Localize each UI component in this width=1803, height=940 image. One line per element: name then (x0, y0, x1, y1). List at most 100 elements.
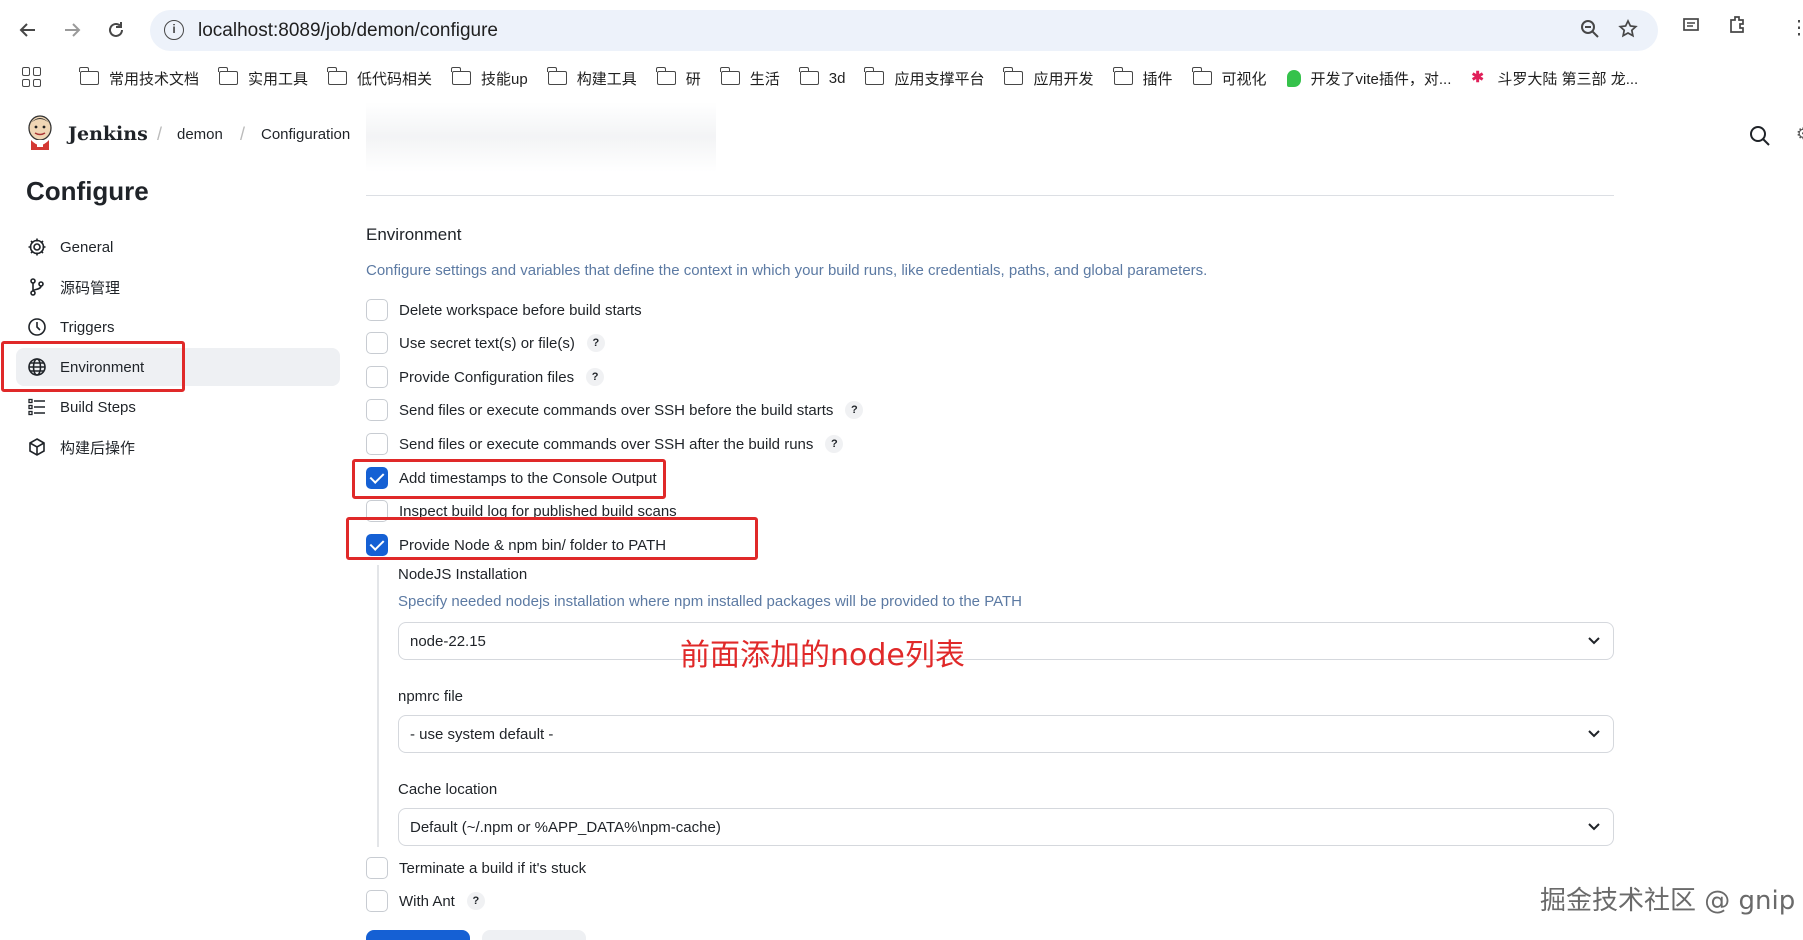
bookmark-item[interactable]: 生活 (719, 67, 780, 89)
folder-icon (546, 67, 567, 85)
jenkins-header: Jenkins / demon / Configuration ⚙ (0, 98, 1803, 178)
apply-button[interactable] (482, 930, 586, 940)
sidebar-item-general[interactable]: General (16, 228, 340, 266)
sidebar-item-label: Triggers (60, 318, 115, 336)
option-delete-workspace[interactable]: Delete workspace before build starts (366, 297, 642, 323)
sidebar-item-build-steps[interactable]: Build Steps (16, 388, 340, 426)
checkbox[interactable] (366, 299, 388, 321)
breadcrumb-separator: / (240, 124, 246, 144)
bookmark-item[interactable]: 技能up (451, 67, 528, 89)
breadcrumb-configuration[interactable]: Configuration (261, 126, 350, 143)
bookmark-item[interactable]: 研 (655, 67, 701, 89)
site-favicon-icon (1286, 69, 1301, 87)
folder-icon (1003, 67, 1024, 85)
bookmark-label: 研 (685, 70, 701, 88)
chevron-down-icon (1588, 823, 1600, 831)
checkbox[interactable] (366, 890, 388, 912)
sidebar-item-post-build[interactable]: 构建后操作 (16, 428, 340, 466)
zoom-icon[interactable] (1578, 19, 1602, 43)
menu-icon[interactable]: ⋮ (1784, 14, 1803, 44)
bookmark-item[interactable]: 构建工具 (546, 67, 637, 89)
sidebar-item-label: Build Steps (60, 398, 136, 416)
site-info-icon[interactable]: i (164, 20, 184, 40)
save-button[interactable] (366, 930, 470, 940)
cache-location-label: Cache location (398, 781, 498, 798)
git-branch-icon (26, 276, 48, 298)
url-text[interactable]: localhost:8089/job/demon/configure (198, 20, 498, 42)
arrow-right-icon (65, 23, 81, 37)
npmrc-file-select[interactable]: - use system default - (398, 715, 1614, 753)
jenkins-logo-icon[interactable] (26, 114, 54, 150)
jenkins-brand[interactable]: Jenkins (68, 123, 148, 145)
option-label: Provide Configuration files (399, 368, 575, 386)
nodejs-installation-description: Specify needed nodejs installation where… (398, 593, 1022, 610)
option-ssh-before[interactable]: Send files or execute commands over SSH … (366, 397, 864, 423)
bookmark-item[interactable]: 低代码相关 (327, 67, 432, 89)
cube-icon (26, 436, 48, 458)
bookmark-label: 应用开发 (1033, 70, 1094, 88)
bookmark-label: 生活 (749, 70, 780, 88)
sidebar-item-scm[interactable]: 源码管理 (16, 268, 340, 306)
folder-icon (1112, 67, 1133, 85)
folder-icon (79, 67, 99, 85)
bookmark-item[interactable]: 实用工具 (218, 67, 308, 89)
option-ssh-after[interactable]: Send files or execute commands over SSH … (366, 431, 844, 457)
folder-icon (327, 67, 348, 85)
nodejs-installation-label: NodeJS Installation (398, 566, 528, 583)
star-icon[interactable] (1616, 19, 1640, 43)
checkbox[interactable] (366, 857, 388, 879)
help-icon[interactable]: ? (586, 368, 605, 386)
npmrc-file-label: npmrc file (398, 688, 464, 705)
folder-icon (218, 67, 239, 85)
bookmark-item[interactable]: 开发了vite插件，对... (1286, 68, 1451, 89)
back-button[interactable] (12, 14, 44, 46)
cast-icon[interactable] (1676, 14, 1706, 44)
nodejs-installation-select[interactable]: node-22.15 (398, 622, 1614, 660)
reload-button[interactable] (100, 14, 132, 46)
site-favicon-icon: ✱ (1471, 69, 1484, 86)
checkbox[interactable] (366, 366, 388, 388)
chevron-down-icon (1588, 637, 1600, 645)
sidebar-item-label: 源码管理 (60, 279, 121, 297)
bookmarks-bar: 常用技术文档 实用工具 低代码相关 技能up 构建工具 研 生活 3d 应用支撑平台 应用开发 插件… (0, 58, 1803, 98)
bookmark-item[interactable]: 应用支撑平台 (864, 67, 985, 89)
checkbox[interactable] (366, 332, 388, 354)
option-label: Terminate a build if it's stuck (399, 859, 587, 877)
cache-location-select[interactable]: Default (~/.npm or %APP_DATA%\npm-cache) (398, 808, 1614, 846)
forward-button[interactable] (56, 14, 88, 46)
arrow-left-icon (19, 23, 35, 37)
help-icon[interactable]: ? (825, 435, 844, 453)
bookmark-item[interactable]: ✱ 斗罗大陆 第三部 龙... (1471, 68, 1638, 89)
bookmark-item[interactable]: 3d (798, 67, 845, 87)
bookmark-label: 应用支撑平台 (894, 70, 985, 88)
header-settings-icon[interactable]: ⚙ (1796, 124, 1803, 144)
address-bar[interactable]: i localhost:8089/job/demon/configure (150, 10, 1658, 51)
section-title: Environment (366, 225, 462, 244)
option-config-files[interactable]: Provide Configuration files ? (366, 364, 605, 390)
provide-node-highlight-box (346, 517, 758, 560)
section-divider (366, 195, 1614, 196)
option-label: Delete workspace before build starts (399, 301, 642, 319)
option-terminate-stuck[interactable]: Terminate a build if it's stuck (366, 855, 586, 881)
breadcrumb-job[interactable]: demon (177, 126, 223, 143)
faded-section-remnant (366, 102, 716, 172)
bookmark-item[interactable]: 应用开发 (1003, 67, 1094, 89)
help-icon[interactable]: ? (466, 892, 485, 910)
bookmark-item[interactable]: 常用技术文档 (79, 67, 199, 89)
option-label: Send files or execute commands over SSH … (399, 435, 814, 453)
apps-grid-icon[interactable] (22, 67, 42, 87)
search-icon[interactable] (1748, 124, 1772, 148)
page-title: Configure (26, 176, 149, 206)
folder-icon (451, 67, 472, 85)
select-value: node-22.15 (410, 632, 486, 650)
option-secret-text[interactable]: Use secret text(s) or file(s) ? (366, 330, 605, 356)
extensions-icon[interactable] (1722, 14, 1752, 44)
help-icon[interactable]: ? (845, 401, 864, 419)
checkbox[interactable] (366, 399, 388, 421)
option-with-ant[interactable]: With Ant ? (366, 888, 485, 914)
bookmark-item[interactable]: 插件 (1112, 67, 1173, 89)
help-icon[interactable]: ? (586, 334, 605, 352)
chevron-down-icon (1588, 730, 1600, 738)
checkbox[interactable] (366, 433, 388, 455)
bookmark-item[interactable]: 可视化 (1191, 67, 1267, 89)
